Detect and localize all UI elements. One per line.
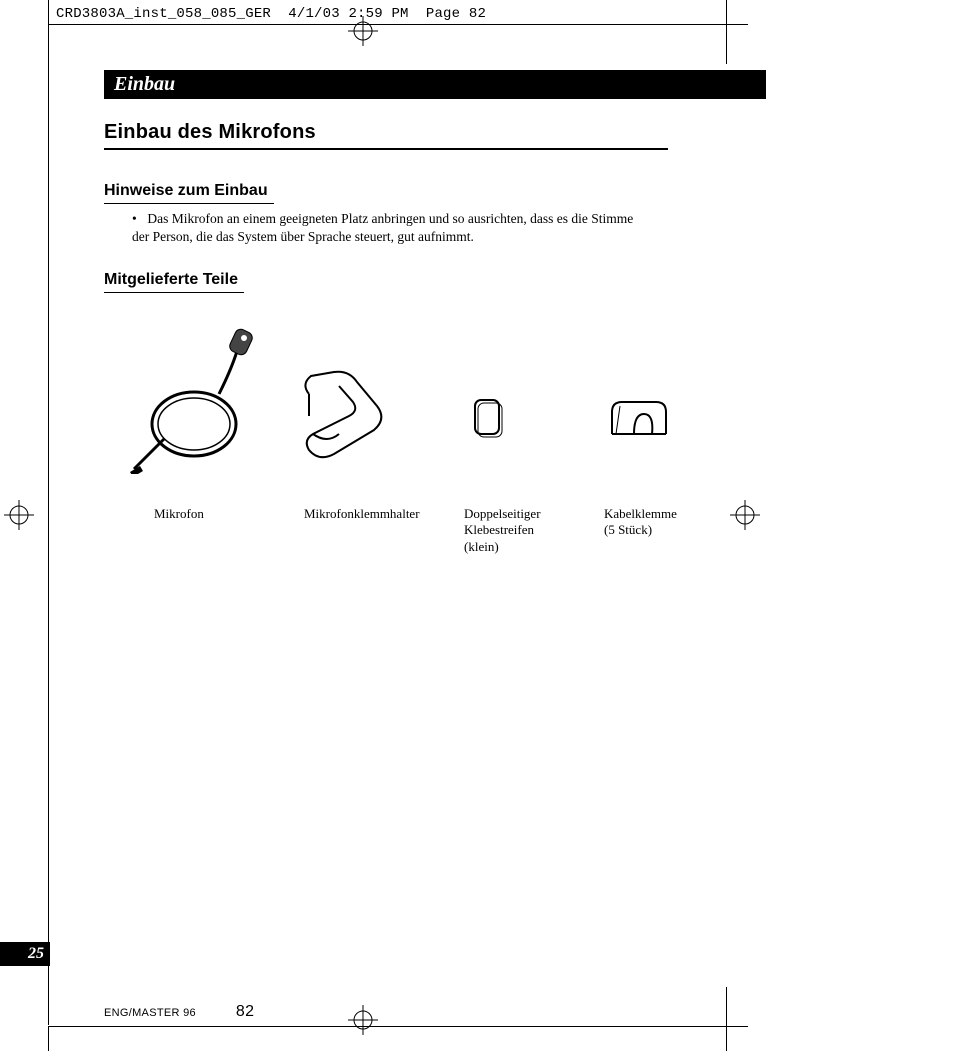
part-image-klemmhalter [264, 364, 414, 474]
part-image-kabelklemme [564, 394, 714, 474]
clip-holder-icon [279, 364, 399, 474]
page-number: 82 [236, 1003, 254, 1021]
crop-mark [48, 1027, 49, 1051]
registration-mark-icon [4, 500, 34, 530]
crop-mark [726, 987, 727, 1027]
subsection-heading: Mitgelieferte Teile [104, 271, 244, 293]
chapter-bar: Einbau [104, 70, 766, 99]
chapter-title: Einbau [114, 73, 175, 95]
crop-mark [726, 0, 727, 24]
adhesive-pad-icon [469, 394, 509, 444]
crop-mark [48, 24, 748, 25]
subsection-heading-text: Hinweise zum Einbau [104, 182, 268, 199]
parts-images-row [114, 294, 754, 474]
crop-mark [48, 1026, 748, 1027]
bullet-item: • Das Mikrofon an einem geeigneten Platz… [132, 210, 652, 245]
part-image-klebestreifen [414, 394, 564, 474]
crop-mark [726, 1027, 727, 1051]
parts-labels-row: Mikrofon Mikrofonklemmhalter Doppelseiti… [114, 506, 754, 555]
parts-figure: Mikrofon Mikrofonklemmhalter Doppelseiti… [114, 294, 754, 555]
content-area: Einbau Einbau des Mikrofons Hinweise zum… [104, 70, 766, 293]
part-label: Kabelklemme (5 Stück) [604, 506, 744, 555]
cable-clamp-icon [604, 394, 674, 444]
crop-mark [48, 0, 49, 24]
microphone-icon [124, 324, 254, 474]
page: CRD3803A_inst_058_085_GER 4/1/03 2:59 PM… [0, 0, 954, 1051]
side-tab-number: 25 [28, 945, 44, 962]
print-slug: CRD3803A_inst_058_085_GER 4/1/03 2:59 PM… [56, 6, 486, 22]
registration-mark-icon [348, 1005, 378, 1035]
side-tab: 25 [0, 942, 50, 966]
crop-mark [48, 24, 49, 1025]
part-label: Doppelseitiger Klebestreifen (klein) [464, 506, 604, 555]
subsection-heading-text: Mitgelieferte Teile [104, 271, 238, 288]
footer: ENG/MASTER 96 82 [104, 1003, 254, 1021]
crop-mark [726, 24, 727, 64]
section-heading-text: Einbau des Mikrofons [104, 121, 316, 143]
subsection-heading: Hinweise zum Einbau [104, 182, 274, 204]
part-label: Mikrofon [114, 506, 304, 555]
part-image-mikrofon [114, 324, 264, 474]
bullet-text: Das Mikrofon an einem geeigneten Platz a… [132, 211, 633, 244]
bullet-marker-icon: • [132, 210, 144, 228]
footer-master: ENG/MASTER 96 [104, 1007, 196, 1019]
section-heading: Einbau des Mikrofons [104, 121, 668, 150]
part-label: Mikrofonklemmhalter [304, 506, 464, 555]
